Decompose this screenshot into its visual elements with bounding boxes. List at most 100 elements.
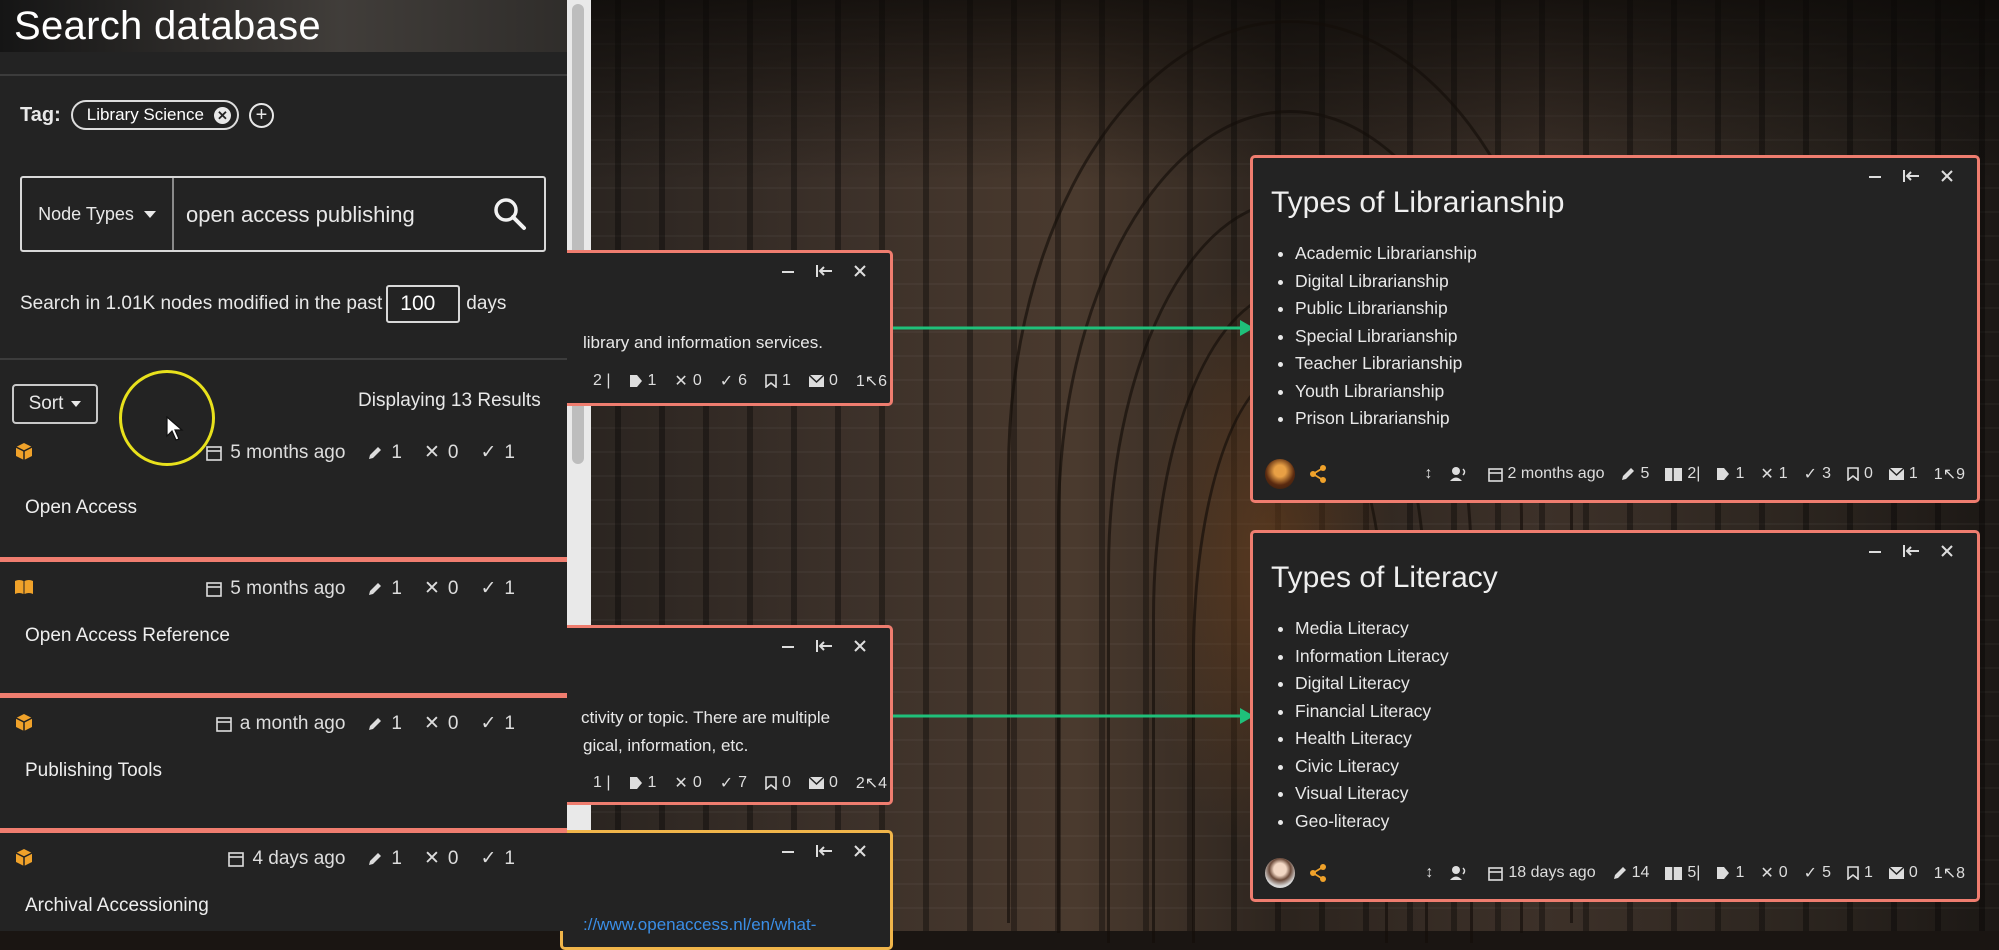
modified-date: 4 days ago [228,848,345,870]
node-card-partial[interactable]: ctivity or topic. There are multiple gic… [560,625,893,805]
check-count: ✓ 1 [480,712,516,735]
children-count: 1 | [593,774,611,791]
resize-vertical-icon[interactable]: ↕ [1425,465,1433,483]
tag-count: 1 [1716,864,1744,882]
person-voice-icon[interactable] [1449,865,1472,881]
search-icon[interactable] [492,196,528,232]
collapse-left-icon[interactable] [806,259,842,283]
tag-count: 1 [1716,465,1744,483]
message-count: 0 [808,372,838,390]
tag-label: Tag: [20,103,61,126]
cross-icon: ✕ [424,442,440,463]
modified-date: 5 months ago [206,578,345,600]
list-item: Public Librarianship [1295,295,1477,323]
collapse-left-icon[interactable] [1893,539,1929,563]
add-tag-icon[interactable]: + [248,102,274,128]
x-count: ✕ 0 [674,372,702,390]
resize-vertical-icon[interactable]: ↕ [1425,864,1433,882]
sort-label: Sort [28,393,64,414]
x-count: ✕ 0 [674,774,702,792]
envelope-icon [1888,468,1904,480]
check-icon: ✓ [480,578,497,599]
calendar-icon [215,716,232,732]
collapse-left-icon[interactable] [806,634,842,658]
tag-chip[interactable]: Library Science ✕ [70,100,239,130]
box-icon [15,714,33,731]
pencil-icon [1622,467,1635,480]
search-input[interactable] [184,194,488,236]
children-count: 2 | [593,372,611,389]
share-icon[interactable] [1309,864,1327,882]
check-count: ✓ 6 [719,372,748,390]
minimize-icon[interactable] [770,839,806,863]
check-icon: ✓ [480,442,497,463]
message-count: 1 [1888,465,1918,483]
list-item: Teacher Librarianship [1295,350,1477,378]
chevron-down-icon [71,401,82,407]
result-item[interactable]: 4 days ago 1 ✕ 0 ✓ 1 Archival Accessioning [0,833,567,931]
remove-tag-icon[interactable]: ✕ [213,106,231,124]
message-count: 0 [808,774,838,792]
list-item: Information Literacy [1295,643,1449,671]
children-count: 5 | [1665,864,1700,882]
check-count: ✓ 5 [1803,864,1831,882]
minimize-icon[interactable] [1857,164,1893,188]
cross-icon: ✕ [1760,466,1774,483]
node-link[interactable]: ://www.openaccess.nl/en/what- [583,915,816,935]
tag-chip-label: Library Science [86,105,204,124]
person-voice-icon[interactable] [1449,466,1472,482]
collapse-left-icon[interactable] [806,839,842,863]
minimize-icon[interactable] [1857,539,1893,563]
check-count: ✓ 1 [480,847,516,870]
search-box: Node Types [20,176,546,252]
close-icon[interactable] [842,634,878,658]
modified-date: 2 months ago [1487,465,1604,483]
list-item: Media Literacy [1295,615,1449,643]
node-card-librarianship[interactable]: Types of Librarianship Academic Libraria… [1250,155,1980,503]
node-card-literacy[interactable]: Types of Literacy Media Literacy Informa… [1250,530,1980,902]
close-icon[interactable] [842,259,878,283]
result-title: Open Access Reference [25,625,230,646]
result-item[interactable]: 5 months ago 1 ✕ 0 ✓ 1 Open Access [0,427,567,562]
days-prefix: Search in 1.01K nodes modified in the pa… [20,293,383,314]
avatar[interactable] [1265,858,1295,888]
days-input[interactable] [386,285,461,323]
check-count: ✓ 3 [1803,465,1831,483]
result-title: Publishing Tools [25,760,162,781]
days-suffix: days [466,293,507,314]
node-card-partial[interactable]: ://www.openaccess.nl/en/what- [560,830,893,950]
envelope-icon [808,777,824,789]
link-count: 1↖9 [1933,466,1965,483]
pencil-icon [369,852,382,865]
x-count: ✕ 0 [424,712,459,735]
calendar-icon [1488,866,1504,881]
close-icon[interactable] [842,839,878,863]
node-types-label: Node Types [38,203,134,224]
connector-arrow [890,320,1254,336]
avatar[interactable] [1265,459,1295,489]
days-filter-row: Search in 1.01K nodes modified in the pa… [20,283,506,325]
minimize-icon[interactable] [770,634,806,658]
check-icon: ✓ [1803,865,1818,882]
cross-icon: ✕ [674,373,688,390]
book-icon [15,580,33,594]
result-item[interactable]: 5 months ago 1 ✕ 0 ✓ 1 Open Access Referen… [0,563,567,698]
close-icon[interactable] [1929,539,1965,563]
collapse-left-icon[interactable] [1893,164,1929,188]
card-title: Types of Literacy [1271,561,1498,594]
x-count: ✕ 0 [424,441,459,464]
share-icon[interactable] [1309,465,1327,483]
minimize-icon[interactable] [770,259,806,283]
card-list: Academic Librarianship Digital Librarian… [1271,240,1477,433]
card-footer: ↕ 2 months ago 5 2 | 1 ✕ 1 ✓ 3 0 1 1↖9 [1265,458,1965,490]
tag-icon [629,777,642,789]
close-icon[interactable] [1929,164,1965,188]
cross-icon: ✕ [674,775,688,792]
result-item[interactable]: a month ago 1 ✕ 0 ✓ 1 Publishing Tools [0,698,567,833]
envelope-icon [808,375,824,387]
card-footer: ↕ 18 days ago 14 5 | 1 ✕ 0 ✓ 5 1 0 1↖8 [1265,857,1965,889]
sort-button[interactable]: Sort [12,384,98,424]
node-types-dropdown[interactable]: Node Types [22,178,174,250]
check-icon: ✓ [480,848,497,869]
node-card-partial[interactable]: library and information services. 2 | 1 … [560,250,893,406]
